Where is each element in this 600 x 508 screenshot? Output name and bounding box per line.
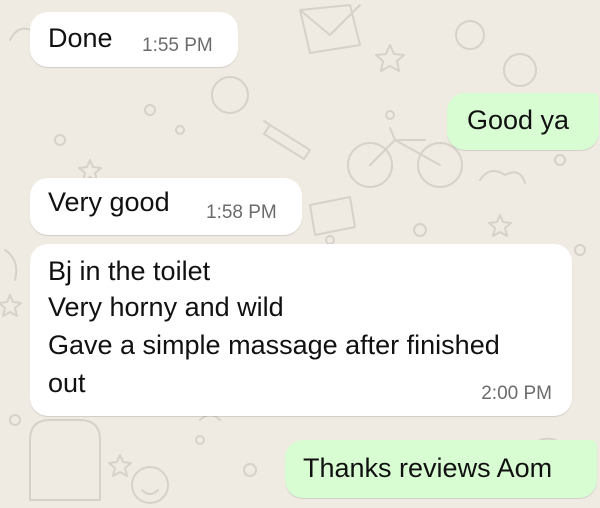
message-timestamp: 1:55 PM: [142, 35, 213, 56]
message-text-line: Very horny and wild: [48, 292, 284, 322]
message-text: Done: [48, 23, 113, 53]
message-text-line: Gave a simple massage after finished: [48, 330, 500, 360]
message-text: Thanks reviews Aom: [303, 453, 553, 483]
message-text: Good ya: [467, 105, 570, 135]
message-timestamp: 2:00 PM: [481, 383, 552, 404]
message-text-line: out: [48, 368, 86, 398]
message-bubble-outgoing[interactable]: Thanks reviews Aom: [285, 440, 597, 498]
message-bubble-incoming[interactable]: Done 1:55 PM: [30, 12, 238, 67]
message-timestamp: 1:58 PM: [206, 202, 277, 223]
message-text: Very good: [48, 187, 170, 217]
message-bubble-outgoing[interactable]: Good ya: [447, 93, 599, 150]
message-bubble-incoming[interactable]: Very good 1:58 PM: [30, 178, 302, 235]
message-text-line: Bj in the toilet: [48, 256, 211, 286]
message-bubble-incoming[interactable]: Bj in the toilet Very horny and wild Gav…: [30, 244, 572, 416]
